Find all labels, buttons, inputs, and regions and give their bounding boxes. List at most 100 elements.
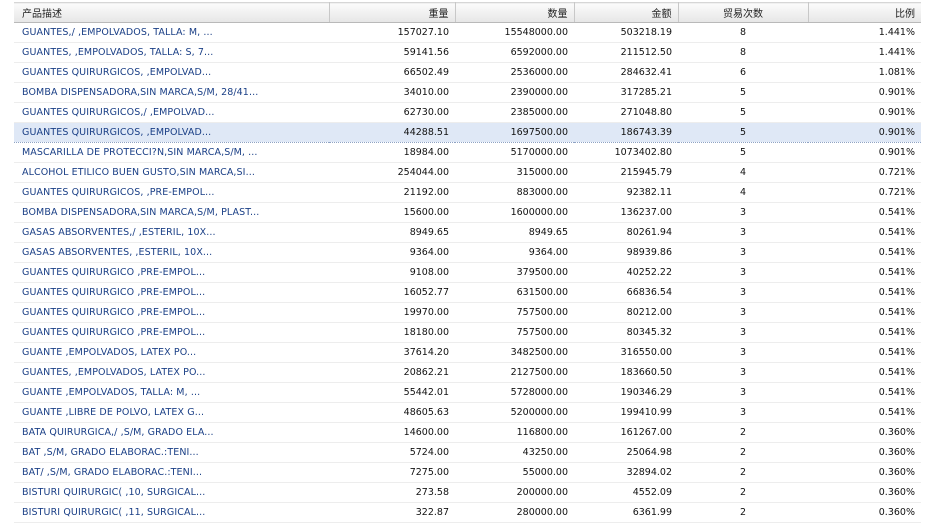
cell-description[interactable]: ALCOHOL ETILICO BUEN GUSTO,SIN MARCA,SI.… <box>14 162 329 183</box>
table-row[interactable]: GUANTE ,EMPOLVADOS, LATEX PO... 37614.20 3… <box>14 342 921 363</box>
cell-description[interactable]: GUANTES QUIRURGICOS,/ ,EMPOLVAD... <box>14 102 329 123</box>
cell-description[interactable]: BOMBA DISPENSADORA,SIN MARCA,S/M, PLAST.… <box>14 202 329 223</box>
cell-description[interactable]: GASAS ABSORVENTES,/ ,ESTERIL, 10X... <box>14 222 329 243</box>
cell-trade-count: 6 <box>678 62 808 83</box>
cell-quantity: 55000.00 <box>455 462 574 483</box>
table-row[interactable]: GUANTE ,EMPOLVADOS, TALLA: M, ... 55442.0… <box>14 382 921 403</box>
table-row[interactable]: GUANTES, ,EMPOLVADOS, LATEX PO... 20862.2… <box>14 362 921 383</box>
cell-weight: 21192.00 <box>329 182 455 203</box>
cell-quantity: 2385000.00 <box>455 102 574 123</box>
cell-description[interactable]: GUANTES QUIRURGICOS, ,PRE-EMPOL... <box>14 182 329 203</box>
table-row[interactable]: ALCOHOL ETILICO BUEN GUSTO,SIN MARCA,SI.… <box>14 162 921 183</box>
cell-amount: 284632.41 <box>574 62 678 83</box>
cell-trade-count: 3 <box>678 282 808 303</box>
cell-description[interactable]: GUANTES QUIRURGICO ,PRE-EMPOL... <box>14 302 329 323</box>
cell-weight: 44288.51 <box>329 122 455 143</box>
column-header-description[interactable]: 产品描述 <box>14 2 330 23</box>
cell-ratio: 0.541% <box>808 222 921 243</box>
cell-description[interactable]: GUANTES QUIRURGICO ,PRE-EMPOL... <box>14 322 329 343</box>
table-row[interactable]: GUANTES QUIRURGICOS, ,EMPOLVAD... 66502.4… <box>14 62 921 83</box>
cell-trade-count: 3 <box>678 242 808 263</box>
cell-description[interactable]: BISTURI QUIRURGIC( ,10, SURGICAL... <box>14 482 329 503</box>
cell-quantity: 8949.65 <box>455 222 574 243</box>
table-row[interactable]: BATA QUIRURGICA,/ ,S/M, GRADO ELA... 1460… <box>14 422 921 443</box>
cell-ratio: 0.901% <box>808 122 921 143</box>
cell-trade-count: 4 <box>678 182 808 203</box>
cell-description[interactable]: GUANTES, ,EMPOLVADOS, TALLA: S, 7... <box>14 42 329 63</box>
column-header-ratio[interactable]: 比例 <box>808 2 921 23</box>
cell-amount: 25064.98 <box>574 442 678 463</box>
cell-weight: 19970.00 <box>329 302 455 323</box>
cell-ratio: 0.541% <box>808 242 921 263</box>
table-row[interactable]: GUANTES QUIRURGICO ,PRE-EMPOL... 19970.00… <box>14 302 921 323</box>
table-row[interactable]: GUANTES, ,EMPOLVADOS, TALLA: S, 7... 5914… <box>14 42 921 63</box>
cell-trade-count: 5 <box>678 142 808 163</box>
table-row[interactable]: GUANTES QUIRURGICO ,PRE-EMPOL... 18180.00… <box>14 322 921 343</box>
cell-quantity: 3482500.00 <box>455 342 574 363</box>
table-row[interactable]: MASCARILLA DE PROTECCI?N,SIN MARCA,S/M, … <box>14 142 921 163</box>
table-row[interactable]: GUANTES QUIRURGICOS,/ ,EMPOLVAD... 62730.… <box>14 102 921 123</box>
table-row[interactable]: GUANTES QUIRURGICOS, ,EMPOLVAD... 44288.5… <box>14 122 921 143</box>
cell-amount: 211512.50 <box>574 42 678 63</box>
cell-quantity: 5170000.00 <box>455 142 574 163</box>
cell-amount: 1073402.80 <box>574 142 678 163</box>
cell-description[interactable]: GUANTE ,EMPOLVADOS, TALLA: M, ... <box>14 382 329 403</box>
cell-quantity: 757500.00 <box>455 322 574 343</box>
cell-ratio: 0.541% <box>808 382 921 403</box>
cell-description[interactable]: BAT ,S/M, GRADO ELABORAC.:TENI... <box>14 442 329 463</box>
table-row[interactable]: BAT ,S/M, GRADO ELABORAC.:TENI... 5724.00… <box>14 442 921 463</box>
cell-ratio: 0.541% <box>808 262 921 283</box>
cell-description[interactable]: GUANTES QUIRURGICOS, ,EMPOLVAD... <box>14 62 329 83</box>
cell-trade-count: 2 <box>678 482 808 503</box>
column-header-amount[interactable]: 金额 <box>574 2 679 23</box>
cell-description[interactable]: BISTURI QUIRURGIC( ,11, SURGICAL... <box>14 502 329 523</box>
cell-trade-count: 2 <box>678 442 808 463</box>
table-row[interactable]: GUANTES QUIRURGICO ,PRE-EMPOL... 9108.00 3… <box>14 262 921 283</box>
cell-description[interactable]: GUANTES, ,EMPOLVADOS, LATEX PO... <box>14 362 329 383</box>
cell-amount: 4552.09 <box>574 482 678 503</box>
cell-quantity: 2390000.00 <box>455 82 574 103</box>
cell-weight: 322.87 <box>329 502 455 523</box>
cell-description[interactable]: GUANTES QUIRURGICO ,PRE-EMPOL... <box>14 262 329 283</box>
cell-amount: 503218.19 <box>574 22 678 43</box>
column-header-trade-count[interactable]: 贸易次数 <box>678 2 809 23</box>
cell-quantity: 5200000.00 <box>455 402 574 423</box>
table-row[interactable]: GUANTE ,LIBRE DE POLVO, LATEX G... 48605.… <box>14 402 921 423</box>
cell-quantity: 379500.00 <box>455 262 574 283</box>
column-header-weight[interactable]: 重量 <box>329 2 456 23</box>
cell-amount: 215945.79 <box>574 162 678 183</box>
cell-ratio: 0.721% <box>808 182 921 203</box>
cell-description[interactable]: BATA QUIRURGICA,/ ,S/M, GRADO ELA... <box>14 422 329 443</box>
table-row[interactable]: GASAS ABSORVENTES,/ ,ESTERIL, 10X... 8949… <box>14 222 921 243</box>
table-row[interactable]: GASAS ABSORVENTES, ,ESTERIL, 10X... 9364.… <box>14 242 921 263</box>
cell-description[interactable]: GASAS ABSORVENTES, ,ESTERIL, 10X... <box>14 242 329 263</box>
cell-ratio: 0.901% <box>808 82 921 103</box>
cell-weight: 66502.49 <box>329 62 455 83</box>
cell-description[interactable]: BAT/ ,S/M, GRADO ELABORAC.:TENI... <box>14 462 329 483</box>
cell-weight: 9108.00 <box>329 262 455 283</box>
cell-description[interactable]: GUANTES QUIRURGICOS, ,EMPOLVAD... <box>14 122 329 143</box>
cell-description[interactable]: GUANTE ,LIBRE DE POLVO, LATEX G... <box>14 402 329 423</box>
cell-description[interactable]: GUANTES,/ ,EMPOLVADOS, TALLA: M, ... <box>14 22 329 43</box>
cell-description[interactable]: MASCARILLA DE PROTECCI?N,SIN MARCA,S/M, … <box>14 142 329 163</box>
table-row[interactable]: GUANTES QUIRURGICO ,PRE-EMPOL... 16052.77… <box>14 282 921 303</box>
cell-ratio: 1.441% <box>808 42 921 63</box>
table-row[interactable]: BOMBA DISPENSADORA,SIN MARCA,S/M, PLAST.… <box>14 202 921 223</box>
table-row[interactable]: GUANTES QUIRURGICOS, ,PRE-EMPOL... 21192.… <box>14 182 921 203</box>
table-header: 产品描述 重量 数量 金额 贸易次数 比例 <box>14 2 921 23</box>
cell-description[interactable]: GUANTE ,EMPOLVADOS, LATEX PO... <box>14 342 329 363</box>
column-header-quantity[interactable]: 数量 <box>455 2 575 23</box>
cell-amount: 317285.21 <box>574 82 678 103</box>
table-row[interactable]: BISTURI QUIRURGIC( ,10, SURGICAL... 273.5… <box>14 482 921 503</box>
table-body: GUANTES,/ ,EMPOLVADOS, TALLA: M, ... 1570… <box>14 22 921 523</box>
cell-weight: 15600.00 <box>329 202 455 223</box>
cell-weight: 8949.65 <box>329 222 455 243</box>
cell-trade-count: 2 <box>678 502 808 523</box>
cell-description[interactable]: BOMBA DISPENSADORA,SIN MARCA,S/M, 28/41.… <box>14 82 329 103</box>
table-row[interactable]: GUANTES,/ ,EMPOLVADOS, TALLA: M, ... 1570… <box>14 22 921 43</box>
table-row[interactable]: BAT/ ,S/M, GRADO ELABORAC.:TENI... 7275.0… <box>14 462 921 483</box>
table-row[interactable]: BISTURI QUIRURGIC( ,11, SURGICAL... 322.8… <box>14 502 921 523</box>
cell-description[interactable]: GUANTES QUIRURGICO ,PRE-EMPOL... <box>14 282 329 303</box>
table-row[interactable]: BOMBA DISPENSADORA,SIN MARCA,S/M, 28/41.… <box>14 82 921 103</box>
cell-ratio: 0.360% <box>808 422 921 443</box>
